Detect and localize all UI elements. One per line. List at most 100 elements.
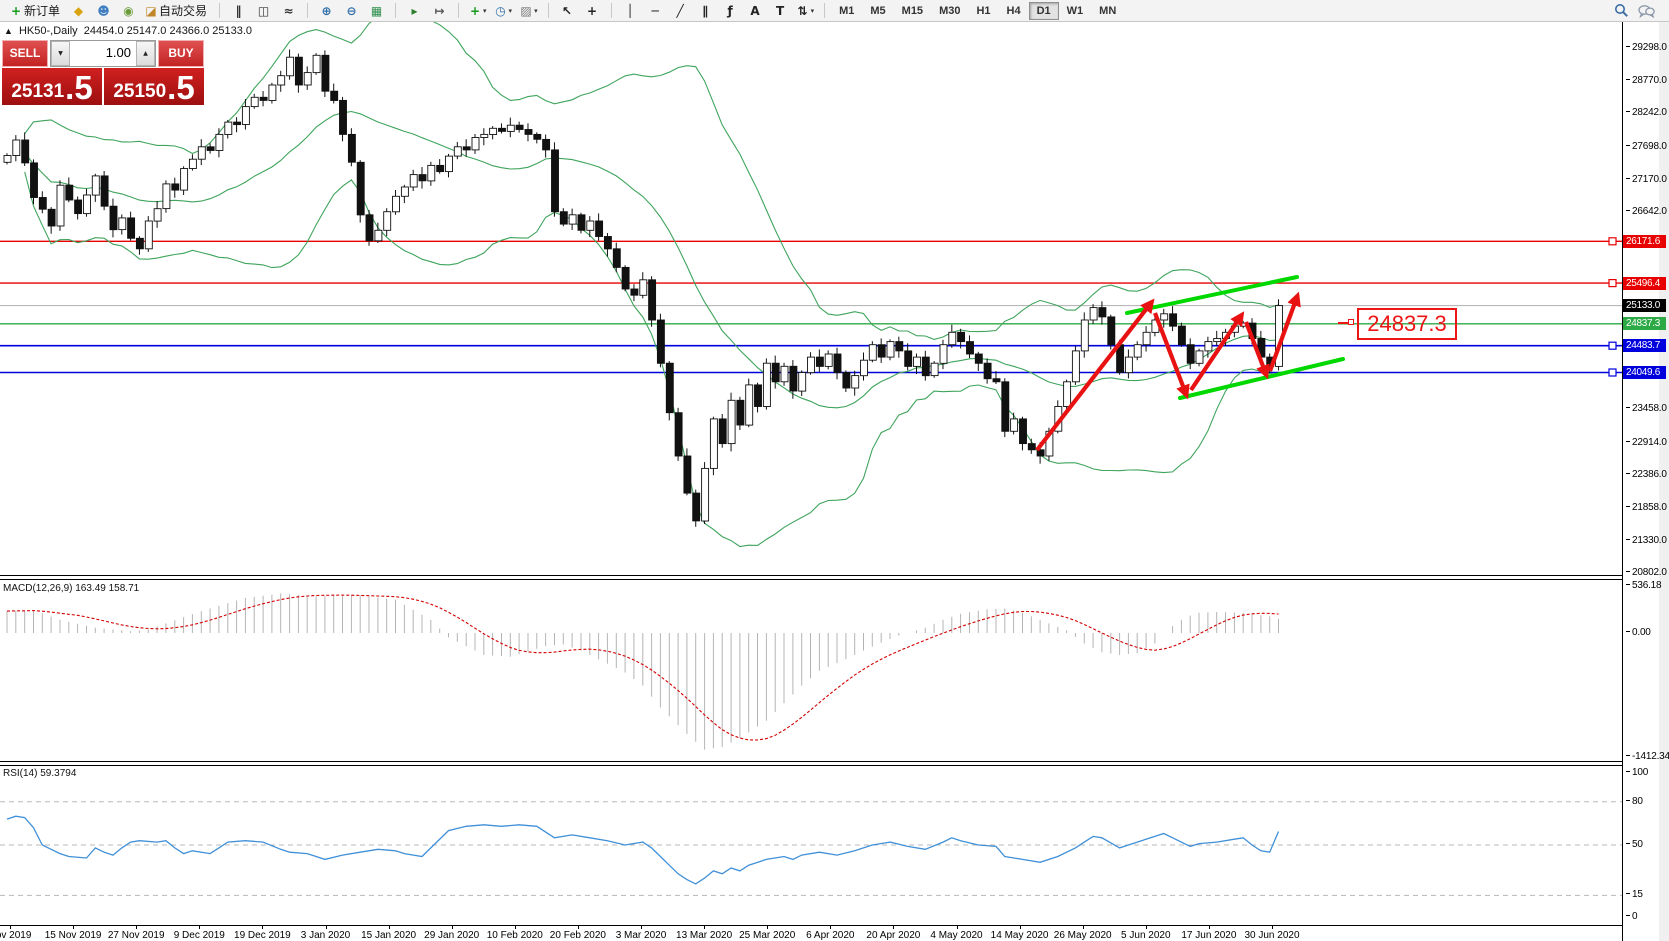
timeframe-m30[interactable]: M30 bbox=[931, 2, 968, 20]
volume-input[interactable]: 1.00 bbox=[70, 41, 136, 66]
search-icon[interactable] bbox=[1610, 1, 1633, 21]
date-axis-tick bbox=[830, 926, 831, 929]
date-axis-label: Nov 2019 bbox=[0, 930, 31, 941]
rsi-label: RSI(14) 59.3794 bbox=[3, 768, 76, 779]
toolbar-separator bbox=[824, 3, 825, 18]
date-axis-label: 9 Dec 2019 bbox=[174, 930, 225, 941]
timeframe-w1[interactable]: W1 bbox=[1059, 2, 1092, 20]
macd-axis-tick: -1412.34 bbox=[1626, 751, 1669, 762]
price-axis-tick: 28770.0 bbox=[1626, 75, 1667, 86]
price-axis-tick: 22914.0 bbox=[1626, 437, 1667, 448]
new-order-icon-label: 新订单 bbox=[24, 2, 60, 19]
toolbar-separator bbox=[611, 3, 612, 18]
bar-chart-icon[interactable]: ‖ bbox=[227, 1, 250, 21]
date-axis-label: 27 Nov 2019 bbox=[108, 930, 165, 941]
sell-price-fraction: .5 bbox=[65, 73, 93, 102]
date-axis-label: 20 Apr 2020 bbox=[866, 930, 920, 941]
new-order-icon[interactable]: +新订单 bbox=[7, 1, 65, 21]
date-axis-tick bbox=[1083, 926, 1084, 929]
text-icon[interactable]: A bbox=[744, 1, 767, 21]
tile-windows-icon[interactable]: ▦ bbox=[365, 1, 388, 21]
date-axis-tick bbox=[389, 926, 390, 929]
date-axis-label: 15 Jan 2020 bbox=[361, 930, 416, 941]
cursor-icon[interactable]: ↖ bbox=[556, 1, 579, 21]
chart-header: ▲ HK50-,Daily 24454.0 25147.0 24366.0 25… bbox=[4, 25, 252, 37]
date-axis-tick bbox=[1020, 926, 1021, 929]
label-icon[interactable]: T bbox=[769, 1, 792, 21]
vertical-line-icon[interactable]: │ bbox=[619, 1, 642, 21]
date-axis-label: 5 Jun 2020 bbox=[1121, 930, 1171, 941]
date-axis-tick bbox=[452, 926, 453, 929]
volume-increase-button[interactable]: ▲ bbox=[136, 41, 155, 66]
price-axis-tick: 23458.0 bbox=[1626, 403, 1667, 414]
price-axis-tick: 21330.0 bbox=[1626, 535, 1667, 546]
date-axis-tick bbox=[893, 926, 894, 929]
horizontal-line-icon[interactable]: ─ bbox=[644, 1, 667, 21]
date-axis-tick bbox=[1272, 926, 1273, 929]
profile-icon[interactable]: ☻ bbox=[92, 1, 115, 21]
toolbar: +新订单◆☻◉◪自动交易‖◫≈⊕⊖▦▸↦+▾◷▾▨▾↖+│─╱∥ƒAT⇅▾M1M… bbox=[0, 0, 1669, 22]
price-axis-tick: 27698.0 bbox=[1626, 141, 1667, 152]
chat-icon[interactable] bbox=[1635, 1, 1658, 21]
macd-values: 163.49 158.71 bbox=[75, 583, 139, 594]
price-axis-tick: 26642.0 bbox=[1626, 206, 1667, 217]
signal-icon[interactable]: ◉ bbox=[117, 1, 140, 21]
date-axis-tick bbox=[578, 926, 579, 929]
templates-icon[interactable]: ▨▾ bbox=[517, 1, 541, 21]
pane-splitter-rsi[interactable] bbox=[0, 761, 1622, 766]
date-axis-tick bbox=[199, 926, 200, 929]
timeframe-m5[interactable]: M5 bbox=[862, 2, 893, 20]
dropdown-caret-icon: ▾ bbox=[509, 7, 513, 15]
price-annotation-box[interactable]: 24837.3 bbox=[1357, 308, 1457, 340]
zoom-in-icon[interactable]: ⊕ bbox=[315, 1, 338, 21]
candlestick-chart-icon[interactable]: ◫ bbox=[252, 1, 275, 21]
rsi-axis-tick: 80 bbox=[1626, 796, 1643, 807]
buy-price-box[interactable]: 25150 .5 bbox=[104, 68, 204, 105]
macd-axis-tick: 536.18 bbox=[1626, 580, 1661, 591]
buy-button[interactable]: BUY bbox=[158, 40, 204, 67]
volume-decrease-button[interactable]: ▼ bbox=[51, 41, 70, 66]
annotation-anchor-handle[interactable] bbox=[1348, 319, 1354, 325]
macd-label: MACD(12,26,9) 163.49 158.71 bbox=[3, 583, 139, 594]
timeframe-m15[interactable]: M15 bbox=[894, 2, 931, 20]
rsi-pane-canvas[interactable] bbox=[0, 765, 1622, 925]
timeframe-h1[interactable]: H1 bbox=[968, 2, 998, 20]
chart-shift-icon[interactable]: ↦ bbox=[428, 1, 451, 21]
auto-scroll-icon[interactable]: ▸ bbox=[403, 1, 426, 21]
line-chart-icon[interactable]: ≈ bbox=[277, 1, 300, 21]
timeframe-d1[interactable]: D1 bbox=[1029, 2, 1059, 20]
date-axis-tick bbox=[515, 926, 516, 929]
date-axis-label: 20 Feb 2020 bbox=[550, 930, 606, 941]
periods-icon[interactable]: ◷▾ bbox=[492, 1, 516, 21]
sell-price-box[interactable]: 25131 .5 bbox=[2, 68, 102, 105]
arrows-icon[interactable]: ⇅▾ bbox=[794, 1, 818, 21]
zoom-out-icon[interactable]: ⊖ bbox=[340, 1, 363, 21]
price-level-tag: 24483.7 bbox=[1623, 339, 1666, 352]
pane-splitter-macd[interactable] bbox=[0, 575, 1622, 580]
price-axis-tick: 27170.0 bbox=[1626, 174, 1667, 185]
date-axis-label: 25 Mar 2020 bbox=[739, 930, 795, 941]
rsi-axis-tick: 15 bbox=[1626, 889, 1643, 900]
chart-low: 24366.0 bbox=[169, 25, 209, 37]
crosshair-icon[interactable]: + bbox=[581, 1, 604, 21]
timeframe-m1[interactable]: M1 bbox=[831, 2, 862, 20]
main-chart-canvas[interactable] bbox=[0, 22, 1622, 578]
trendline-icon[interactable]: ╱ bbox=[669, 1, 692, 21]
fibonacci-icon[interactable]: ƒ bbox=[719, 1, 742, 21]
autotrade-icon[interactable]: ◪自动交易 bbox=[142, 1, 212, 21]
price-axis-tick: 22386.0 bbox=[1626, 469, 1667, 480]
sell-button[interactable]: SELL bbox=[2, 40, 48, 67]
channel-icon[interactable]: ∥ bbox=[694, 1, 717, 21]
price-level-tag: 25133.0 bbox=[1623, 299, 1666, 312]
indicators-icon[interactable]: +▾ bbox=[466, 1, 490, 21]
timeframe-mn[interactable]: MN bbox=[1091, 2, 1124, 20]
mt4-terminal-window: +新订单◆☻◉◪自动交易‖◫≈⊕⊖▦▸↦+▾◷▾▨▾↖+│─╱∥ƒAT⇅▾M1M… bbox=[0, 0, 1669, 941]
chart-symbol-period: HK50-,Daily bbox=[19, 25, 78, 37]
date-axis-tick bbox=[957, 926, 958, 929]
macd-pane-canvas[interactable] bbox=[0, 580, 1622, 762]
timeframe-h4[interactable]: H4 bbox=[999, 2, 1029, 20]
history-icon[interactable]: ◆ bbox=[67, 1, 90, 21]
price-axis-tick: 29298.0 bbox=[1626, 42, 1667, 53]
date-axis: Nov 201915 Nov 201927 Nov 20199 Dec 2019… bbox=[0, 925, 1622, 941]
chart-active-icon: ▲ bbox=[4, 26, 13, 36]
